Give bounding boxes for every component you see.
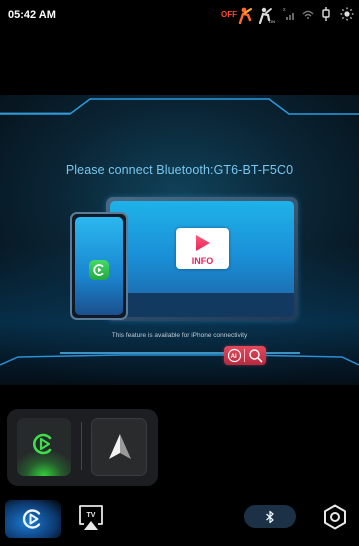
svg-text:AI: AI: [231, 353, 237, 360]
signal-icon: x: [283, 7, 294, 20]
info-label: INFO: [191, 256, 214, 266]
status-time: 05:42 AM: [8, 9, 56, 21]
carplay-icon: [33, 433, 52, 455]
settings-icon: [324, 504, 346, 530]
navigation-arrow-icon: [109, 434, 131, 459]
svg-text:ON: ON: [269, 19, 275, 24]
settings-button[interactable]: [322, 504, 348, 530]
status-bar: 05:42 AM OFF ON x: [0, 0, 359, 28]
tv-label: TV: [87, 512, 96, 519]
carplay-icon: [22, 509, 41, 529]
play-icon: [196, 235, 210, 251]
ai-search-button[interactable]: AI: [224, 346, 266, 365]
airplay-tv-icon: TV: [79, 505, 103, 530]
ai-icon: AI: [227, 348, 242, 363]
brightness-icon: [340, 7, 354, 21]
airplay-tv-button[interactable]: TV: [78, 504, 104, 532]
feature-availability-text: This feature is available for iPhone con…: [111, 332, 248, 339]
bottom-carplay-button[interactable]: [5, 500, 61, 538]
bluetooth-icon: [266, 510, 274, 524]
airbag-off-icon: [238, 7, 252, 24]
phone-illustration: [70, 212, 128, 320]
carplay-dock-button[interactable]: [17, 418, 71, 476]
badge-divider: [244, 349, 245, 362]
info-button[interactable]: INFO: [176, 228, 229, 269]
passenger-airbag-on-icon: ON: [258, 7, 275, 24]
bluetooth-button[interactable]: [244, 505, 296, 528]
dock-divider: [81, 422, 82, 470]
svg-text:x: x: [283, 7, 286, 13]
search-icon: [249, 349, 263, 363]
carplay-app-icon: [89, 260, 109, 280]
connect-bluetooth-text: Please connect Bluetooth:GT6-BT-F5C0: [65, 163, 294, 177]
usb-icon: [322, 7, 330, 21]
wifi-icon: [302, 10, 314, 19]
navigation-dock-button[interactable]: [91, 418, 147, 476]
